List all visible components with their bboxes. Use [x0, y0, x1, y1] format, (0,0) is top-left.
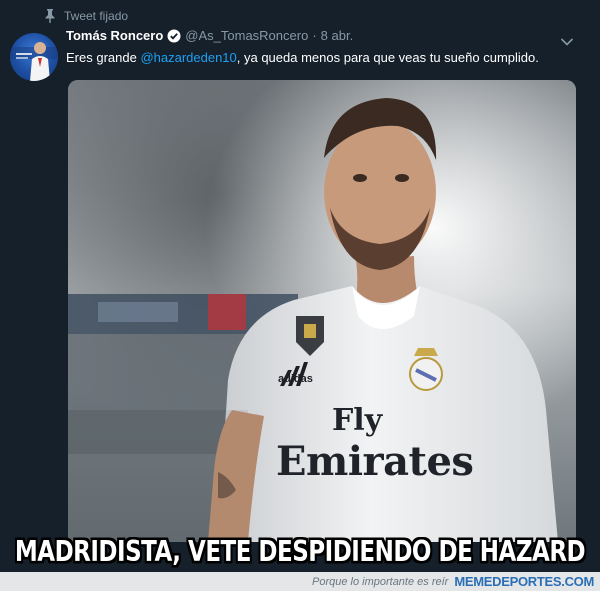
kit-brand-text: adidas	[278, 373, 313, 385]
tweet-text-start: Eres grande	[66, 50, 141, 65]
tweet-text: Eres grande @hazardeden10, ya queda meno…	[66, 50, 539, 65]
kit-sponsor-line1: Fly	[332, 403, 383, 438]
watermark-bar: Porque lo importante es reír MEMEDEPORTE…	[0, 572, 600, 591]
pin-icon	[44, 9, 56, 23]
author-handle[interactable]: @As_TomasRoncero	[185, 28, 308, 43]
author-name[interactable]: Tomás Roncero	[66, 28, 163, 43]
tweet-header: Tomás Roncero @As_TomasRoncero · 8 abr.	[66, 28, 353, 43]
meme-caption: MADRIDISTA, VETE DESPIDIENDO DE HAZARD	[14, 536, 586, 569]
separator-dot: ·	[312, 28, 317, 43]
verified-badge-icon	[167, 29, 181, 43]
pinned-label: Tweet fijado	[64, 9, 129, 23]
mention-link[interactable]: @hazardeden10	[140, 50, 236, 65]
avatar[interactable]	[10, 33, 58, 81]
pinned-indicator: Tweet fijado	[44, 8, 128, 24]
tweet-text-end: , ya queda menos para que veas tu sueño …	[236, 50, 539, 65]
watermark-tagline: Porque lo importante es reír	[311, 575, 449, 588]
tweet-date[interactable]: 8 abr.	[321, 28, 354, 43]
watermark-brand[interactable]: MEMEDEPORTES.COM	[454, 574, 594, 589]
kit-sponsor-line2: Emirates	[276, 438, 474, 485]
chevron-down-icon[interactable]	[560, 34, 574, 46]
tweet-image[interactable]: adidas Fly Emirates	[68, 80, 576, 542]
tweet-card[interactable]: Tweet fijado Tomás Roncero @As_TomasRonc…	[0, 0, 600, 591]
